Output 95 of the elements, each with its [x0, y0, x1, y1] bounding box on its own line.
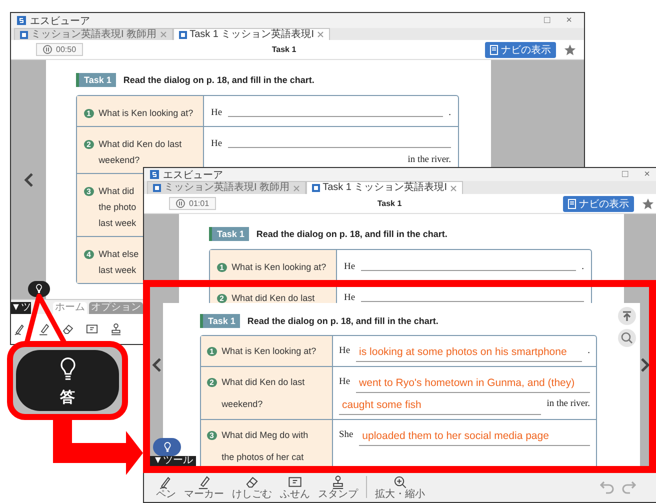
marker-tool[interactable]: マーカー: [184, 474, 224, 500]
eraser-tool[interactable]: けしごむ: [232, 474, 272, 500]
maximize-button[interactable]: □: [538, 15, 556, 26]
tool-toggle[interactable]: ▼ツール: [150, 456, 196, 466]
task-label: Task 1: [200, 314, 240, 328]
tab[interactable]: ミッション英語表現I 教師用: [147, 181, 306, 194]
task-instruction: Read the dialog on p. 18, and fill in the chart.: [256, 229, 448, 239]
search-icon[interactable]: [618, 329, 636, 347]
note-tool[interactable]: ふせん: [280, 474, 310, 500]
nav-button[interactable]: ナビの表示: [485, 42, 556, 58]
marker-icon: [196, 474, 212, 490]
answer-stem: in the river.: [408, 154, 451, 167]
star-icon[interactable]: [564, 44, 576, 56]
answer-stem: He: [211, 138, 222, 151]
answer-field[interactable]: caught some fish: [339, 395, 541, 415]
note-icon: [287, 474, 303, 490]
pause-icon: [43, 45, 52, 54]
pen-tool[interactable]: ペン: [156, 474, 176, 500]
maximize-button[interactable]: □: [616, 169, 634, 180]
question-text: last week: [98, 264, 138, 277]
question-text: What is Ken looking at?: [232, 261, 326, 274]
answer-stem: He: [344, 261, 356, 274]
question-text: What else: [98, 248, 139, 261]
pen-icon[interactable]: [12, 322, 26, 336]
note-icon[interactable]: [84, 322, 98, 336]
task-instruction: Read the dialog on p. 18, and fill in the chart.: [247, 316, 438, 326]
question-text: What did Meg do with: [222, 429, 308, 442]
answer-stem: .: [588, 345, 590, 358]
app-icon: [17, 16, 26, 25]
document-icon: [178, 30, 187, 38]
page-title: Task 1: [376, 199, 403, 208]
task-label: Task 1: [76, 73, 116, 87]
window-title: エスビューア: [163, 168, 223, 182]
tab[interactable]: ミッション英語表現I 教師用: [14, 28, 173, 40]
answer-stem: .: [448, 107, 451, 120]
app-icon: [150, 170, 159, 179]
question-text: weekend?: [222, 398, 264, 411]
previous-page-icon[interactable]: [24, 172, 34, 186]
close-icon[interactable]: [450, 184, 458, 192]
eraser-icon[interactable]: [60, 322, 74, 336]
document-icon: [153, 184, 161, 192]
hint-button[interactable]: [28, 281, 50, 297]
timer-button[interactable]: 01:01: [169, 197, 216, 210]
light-bulb-icon: [34, 283, 44, 295]
document-icon: [568, 198, 576, 208]
answer-stem: He: [344, 292, 356, 305]
toolbar-tab[interactable]: ホーム: [52, 302, 87, 314]
task-label: Task 1: [209, 227, 250, 241]
answer-stem: He: [211, 107, 222, 120]
answer-button[interactable]: 答: [16, 350, 119, 411]
answer-stem: She: [339, 429, 354, 442]
close-button[interactable]: ×: [560, 15, 578, 26]
question-text: the photo: [98, 201, 136, 214]
page-title: Task 1: [270, 45, 298, 54]
previous-page-icon[interactable]: [152, 358, 162, 372]
question-text: What did Ken do last: [98, 138, 182, 151]
eraser-icon: [244, 474, 260, 490]
stamp-icon[interactable]: [108, 322, 122, 336]
document-icon: [490, 44, 498, 54]
zoom-tool[interactable]: 拡大・縮小: [375, 474, 425, 500]
task-instruction: Read the dialog on p. 18, and fill in the chart.: [123, 75, 314, 85]
question-text: the photos of her cat: [222, 451, 305, 464]
answer-field[interactable]: uploaded them to her social media page: [359, 426, 590, 446]
answer-stem: He: [339, 376, 350, 389]
zoom-in-icon: [392, 474, 408, 490]
question-text: weekend?: [98, 154, 141, 167]
stamp-icon: [330, 474, 346, 490]
next-page-icon[interactable]: [640, 358, 649, 372]
tab[interactable]: Task 1 ミッション英語表現I: [306, 181, 464, 194]
answer-field[interactable]: went to Ryo's hometown in Gunma, and (they): [356, 373, 590, 393]
star-icon[interactable]: [642, 198, 654, 210]
scroll-to-top-icon[interactable]: [618, 307, 636, 325]
answer-stem: in the river.: [546, 398, 590, 411]
close-button[interactable]: ×: [638, 169, 656, 180]
answer-stem: .: [582, 261, 584, 274]
question-text: last week: [98, 217, 136, 230]
tool-toggle[interactable]: ▼ツ: [11, 302, 31, 314]
answer-stem: He: [339, 345, 350, 358]
close-icon[interactable]: [317, 31, 324, 38]
nav-button[interactable]: ナビの表示: [563, 196, 634, 212]
document-icon: [312, 184, 320, 192]
question-text: What is Ken looking at?: [98, 107, 194, 120]
pause-icon: [176, 199, 185, 208]
question-text: What did Ken do last: [222, 376, 305, 389]
answer-field[interactable]: is looking at some photos on his smartphone: [356, 342, 582, 362]
question-text: What is Ken looking at?: [222, 345, 316, 358]
light-bulb-icon: [162, 440, 172, 454]
tab[interactable]: Task 1 ミッション英語表現I: [172, 28, 330, 40]
marker-icon[interactable]: [36, 322, 50, 336]
stamp-tool[interactable]: スタンプ: [318, 474, 358, 500]
question-text: What did: [98, 185, 136, 198]
window-title: エスビューア: [30, 14, 90, 28]
timer-button[interactable]: 00:50: [36, 43, 84, 56]
question-text: What did Ken do last: [232, 292, 315, 305]
document-icon: [20, 30, 28, 38]
